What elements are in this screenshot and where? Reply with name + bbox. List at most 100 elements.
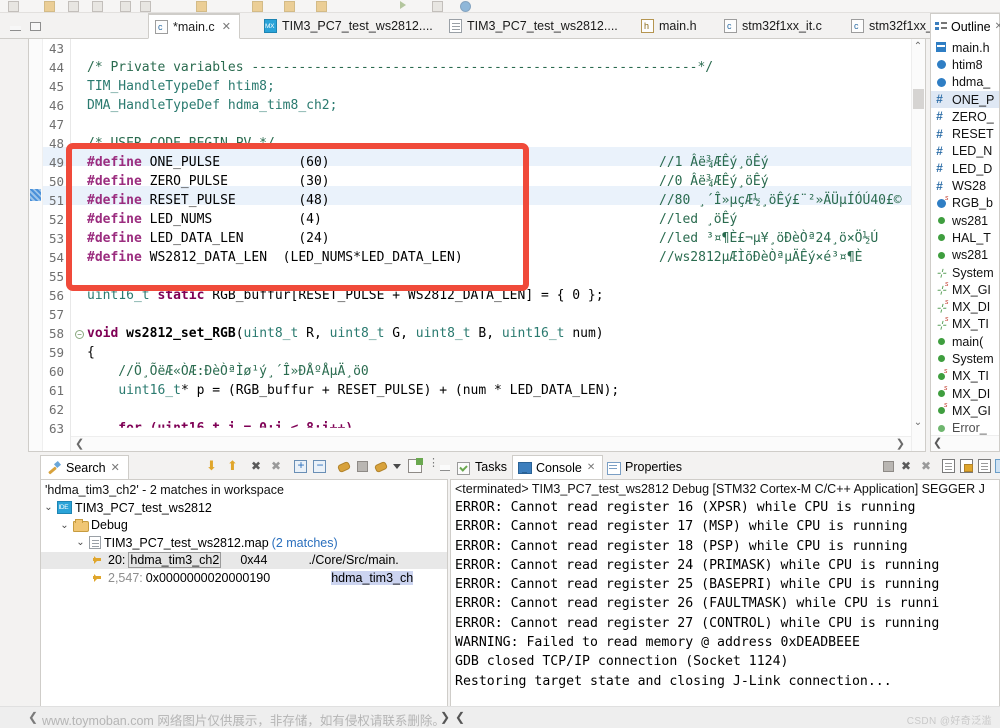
- tab-search[interactable]: Search ✕: [40, 455, 129, 479]
- tab-properties[interactable]: Properties: [602, 455, 689, 479]
- expand-twisty-icon[interactable]: ⌄: [43, 502, 54, 513]
- match-arrow-icon: [93, 572, 105, 584]
- pin-search-icon[interactable]: [336, 459, 351, 474]
- scroll-left-icon[interactable]: ❮: [455, 710, 465, 724]
- outline-item-ws2812-data-len[interactable]: # WS28: [931, 177, 999, 194]
- toolbar-perspective-icon[interactable]: [432, 1, 443, 12]
- tab-tasks[interactable]: Tasks: [452, 455, 514, 479]
- editor-scroll-thumb[interactable]: [913, 89, 924, 109]
- toolbar-profile-icon[interactable]: [284, 1, 295, 12]
- remove-console-icon[interactable]: [900, 459, 915, 475]
- outline-item-htim8[interactable]: htim8: [931, 56, 999, 73]
- remove-all-consoles-icon[interactable]: [920, 459, 935, 475]
- scroll-right-icon[interactable]: ❯: [440, 710, 450, 724]
- outline-item-hal-tim[interactable]: HAL_T: [931, 229, 999, 246]
- outline-item-mx-tim-proto[interactable]: ⊹ s MX_TI: [931, 316, 999, 333]
- stop-search-icon[interactable]: [357, 461, 368, 472]
- outline-close-icon[interactable]: ✕: [995, 21, 1000, 32]
- editor-tab-ioc-doc[interactable]: TIM3_PC7_test_ws2812....: [443, 13, 626, 39]
- console-close-icon[interactable]: ✕: [587, 462, 595, 473]
- expand-twisty-icon[interactable]: ⌄: [59, 520, 70, 531]
- run-search-icon[interactable]: [373, 459, 388, 474]
- pin-console-icon[interactable]: [978, 459, 991, 473]
- code-comment: //led ³¤¶È£¬µ¥¸öÐèÒª24¸ö×Ö½Ú: [659, 231, 879, 246]
- editor-vertical-scrollbar[interactable]: ⌃ ⌄: [911, 39, 925, 451]
- tree-row-project[interactable]: ⌄ TIM3_PC7_test_ws2812: [41, 499, 447, 517]
- stop-icon[interactable]: [883, 461, 894, 472]
- search-close-icon[interactable]: ✕: [111, 461, 120, 474]
- toolbar-play-icon[interactable]: [400, 1, 406, 9]
- outline-item-systemclock-config[interactable]: System: [931, 350, 999, 367]
- remove-match-icon[interactable]: [250, 459, 265, 475]
- scroll-left-icon[interactable]: ❮: [933, 436, 942, 449]
- outline-item-mx-gpio-proto[interactable]: ⊹ s MX_GI: [931, 281, 999, 298]
- view-menu-icon[interactable]: ⋮: [428, 458, 439, 472]
- display-console-icon[interactable]: [995, 459, 1000, 473]
- collapse-left-icon[interactable]: ❮: [28, 710, 38, 724]
- collapse-all-icon[interactable]: [313, 458, 326, 473]
- outline-item-one-pulse[interactable]: # ONE_P: [931, 90, 999, 109]
- tab-outline[interactable]: Outline ✕: [930, 13, 1000, 39]
- outline-item-label: MX_DI: [952, 386, 991, 401]
- outline-item-main[interactable]: main(: [931, 333, 999, 350]
- editor-minimize-icon[interactable]: [10, 26, 21, 31]
- define-keyword: #define: [87, 212, 142, 227]
- toolbar-build-icon[interactable]: [92, 1, 103, 12]
- outline-item-zero-pulse[interactable]: # ZERO_: [931, 108, 999, 125]
- scroll-right-icon[interactable]: ❯: [896, 437, 905, 451]
- outline-item-mx-gpio-init[interactable]: s MX_GI: [931, 402, 999, 419]
- outline-item-systemclock-proto[interactable]: ⊹ System: [931, 264, 999, 281]
- toolbar-debug-icon[interactable]: [196, 1, 207, 12]
- expand-all-icon[interactable]: [294, 458, 307, 473]
- main-toolbar[interactable]: [0, 0, 1000, 13]
- minimize-icon[interactable]: [440, 465, 450, 471]
- editor-tab-close-icon[interactable]: ✕: [222, 20, 231, 33]
- tree-row-debug-folder[interactable]: ⌄ Debug: [41, 517, 447, 535]
- editor-tab-cubemx[interactable]: TIM3_PC7_test_ws2812....: [258, 13, 441, 39]
- outline-tree[interactable]: main.h htim8 hdma_ # ONE_P # ZERO_ # RESET …: [930, 39, 1000, 452]
- outline-item-rgb-buffur[interactable]: s RGB_b: [931, 195, 999, 212]
- editor-view-controls[interactable]: [6, 18, 54, 34]
- search-history-dropdown-icon[interactable]: [393, 464, 401, 469]
- toolbar-pause-icon[interactable]: [120, 1, 131, 12]
- tab-console[interactable]: Console ✕: [512, 455, 604, 479]
- toolbar-run-icon[interactable]: [252, 1, 263, 12]
- outline-item-mx-dma-proto[interactable]: ⊹ s MX_DI: [931, 298, 999, 315]
- fold-collapse-icon[interactable]: −: [75, 330, 84, 339]
- outline-item-reset-pulse[interactable]: # RESET: [931, 125, 999, 142]
- toolbar-external-icon[interactable]: [316, 1, 327, 12]
- toolbar-print-icon[interactable]: [68, 1, 79, 12]
- toolbar-step-icon[interactable]: [140, 1, 151, 12]
- toolbar-save-icon[interactable]: [44, 1, 55, 12]
- outline-item-mx-dma-init[interactable]: s MX_DI: [931, 385, 999, 402]
- search-results[interactable]: 'hdma_tim3_ch2' - 2 matches in workspace…: [40, 479, 448, 713]
- scroll-up-icon[interactable]: ⌃: [913, 41, 923, 52]
- outline-item-led-data-len[interactable]: # LED_D: [931, 160, 999, 177]
- editor-tab-main-c[interactable]: *main.c ✕: [148, 13, 240, 39]
- tree-row-match-2[interactable]: 2,547: 0x0000000020000190 hdma_tim3_ch: [41, 569, 447, 587]
- tree-row-map-file[interactable]: ⌄ TIM3_PC7_test_ws2812.map (2 matches): [41, 534, 447, 552]
- outline-item-led-nums[interactable]: # LED_N: [931, 143, 999, 160]
- tree-row-match-1[interactable]: 20: hdma_tim3_ch2 0x44 ./Core/Src/main.: [41, 551, 447, 569]
- code-editor[interactable]: 43 44 45 46 47 48 49 50 51 52 53 54 55 5…: [28, 39, 926, 452]
- editor-horizontal-scrollbar[interactable]: ❮ ❯: [71, 436, 911, 451]
- outline-item-hdma[interactable]: hdma_: [931, 74, 999, 91]
- scroll-down-icon[interactable]: ⌄: [913, 417, 923, 428]
- expand-twisty-icon[interactable]: ⌄: [75, 537, 86, 548]
- scroll-left-icon[interactable]: ❮: [75, 437, 84, 451]
- new-search-view-icon[interactable]: [408, 458, 423, 473]
- console-output[interactable]: <terminated> TIM3_PC7_test_ws2812 Debug …: [450, 479, 1000, 713]
- toolbar-help-icon[interactable]: [460, 1, 471, 12]
- editor-tab-main-h[interactable]: main.h: [635, 13, 705, 39]
- editor-tab-stm32f1xx-it[interactable]: stm32f1xx_it.c: [718, 13, 830, 39]
- outline-item-ws2812-show[interactable]: ws281: [931, 247, 999, 264]
- outline-item-main-h[interactable]: main.h: [931, 39, 999, 56]
- remove-all-matches-icon[interactable]: [270, 459, 285, 475]
- clear-console-icon[interactable]: [942, 459, 955, 473]
- scroll-lock-icon[interactable]: [960, 459, 973, 473]
- toolbar-new-icon[interactable]: [8, 1, 19, 12]
- outline-item-ws2812-set-rgb[interactable]: ws281: [931, 212, 999, 229]
- editor-maximize-icon[interactable]: [30, 22, 41, 31]
- outline-item-mx-tim-init[interactable]: s MX_TI: [931, 368, 999, 385]
- outline-horizontal-scrollbar[interactable]: ❮: [931, 435, 999, 451]
